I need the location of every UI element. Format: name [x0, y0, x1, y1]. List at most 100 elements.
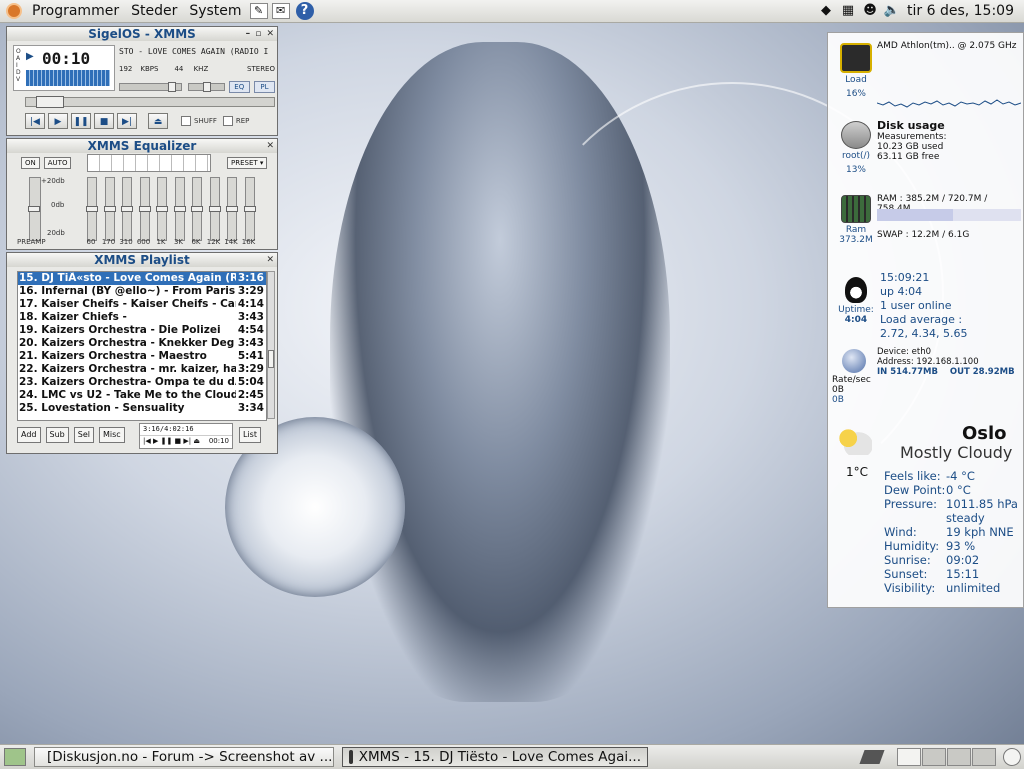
user-icon[interactable]: ☻	[861, 2, 879, 20]
playlist-close-icon[interactable]: ✕	[266, 253, 275, 267]
ubuntu-logo-icon[interactable]	[6, 3, 22, 19]
playlist-row[interactable]: 21. Kaizers Orchestra - Maestro 5:41	[18, 350, 266, 363]
eq-band-knob[interactable]	[86, 206, 98, 212]
volume-knob[interactable]	[168, 82, 176, 92]
playlist-scrollbar[interactable]	[267, 271, 275, 419]
repeat-checkbox[interactable]	[222, 116, 233, 126]
trash-icon[interactable]	[859, 750, 885, 764]
playlist-row[interactable]: 25. Lovestation - Sensuality 3:34	[18, 402, 266, 415]
eq-band-slider[interactable]	[86, 177, 98, 241]
add-button[interactable]: Add	[17, 427, 41, 443]
spectrum-visualizer[interactable]	[26, 70, 110, 86]
pause-button[interactable]: ❚❚	[71, 113, 91, 129]
playlist-row[interactable]: 17. Kaiser Cheifs - Kaiser Cheifs - Caro…	[18, 298, 266, 311]
weather-row: Pressure: 1011.85 hPa	[884, 497, 1018, 511]
playlist-titlebar[interactable]: XMMS Playlist ✕	[7, 253, 277, 267]
volume-slider[interactable]	[119, 82, 183, 92]
text-editor-launcher-icon[interactable]: ✎	[249, 3, 268, 19]
panel-clock[interactable]: tir 6 des, 15:09	[903, 3, 1024, 19]
sel-button[interactable]: Sel	[73, 427, 94, 443]
playlist-row[interactable]: 16. Infernal (BY @ello~) - From Paris To…	[18, 285, 266, 298]
shuffle-checkbox[interactable]	[181, 116, 191, 126]
workspace-2[interactable]	[922, 748, 946, 766]
eject-button[interactable]: ⏏	[148, 113, 168, 129]
playback-time[interactable]: 00:10	[42, 49, 90, 68]
eq-band-knob[interactable]	[138, 206, 151, 212]
balance-knob[interactable]	[203, 82, 212, 92]
eq-band-slider[interactable]	[138, 177, 151, 241]
pl-toggle-button[interactable]: PL	[253, 81, 275, 93]
playlist-mini-controls[interactable]: |◀ ▶ ❚❚ ■ ▶| ⏏ 00:10	[140, 436, 232, 447]
playlist-row[interactable]: 24. LMC vs U2 - Take Me to the Clouds A.…	[18, 389, 266, 402]
playlist-row[interactable]: 18. Kaizer Chiefs - 3:43	[18, 311, 266, 324]
play-button[interactable]: ▶	[48, 113, 68, 129]
shuffle-toggle[interactable]: SHUFF	[181, 116, 217, 126]
mini-transport-icons[interactable]: |◀ ▶ ❚❚ ■ ▶| ⏏	[143, 436, 200, 447]
eq-band-slider[interactable]	[121, 177, 133, 241]
eq-on-button[interactable]: ON	[21, 157, 40, 169]
eq-band-slider[interactable]	[208, 177, 221, 241]
eq-band-slider[interactable]	[191, 177, 203, 241]
eq-band-knob[interactable]	[103, 206, 116, 212]
menu-system[interactable]: System	[183, 0, 247, 22]
eq-auto-button[interactable]: AUTO	[43, 157, 72, 169]
equalizer-close-icon[interactable]: ✕	[266, 139, 275, 153]
volume-icon[interactable]: 🔈	[883, 2, 901, 20]
playlist-scroll-thumb[interactable]	[268, 350, 274, 368]
playlist-row[interactable]: 19. Kaizers Orchestra - Die Polizei 4:54	[18, 324, 266, 337]
eq-preset-button[interactable]: PRESET ▾	[227, 157, 268, 169]
eq-band-knob[interactable]	[243, 206, 256, 212]
help-icon[interactable]: ?	[295, 2, 314, 20]
eq-band-slider[interactable]	[173, 177, 186, 241]
eq-toggle-button[interactable]: EQ	[228, 81, 250, 93]
equalizer-titlebar[interactable]: XMMS Equalizer ✕	[7, 139, 277, 153]
mail-launcher-icon[interactable]: ✉	[271, 3, 290, 19]
eq-band-slider[interactable]	[243, 177, 256, 241]
seek-knob[interactable]	[36, 96, 64, 108]
playlist-title: XMMS Playlist	[94, 253, 190, 267]
network-manager-icon[interactable]: ▦	[839, 2, 857, 20]
playlist-row[interactable]: 22. Kaizers Orchestra - mr. kaizer, hans…	[18, 363, 266, 376]
xmms-main-titlebar[interactable]: SigelOS - XMMS – ▫ ✕	[7, 27, 277, 41]
playlist-row[interactable]: 20. Kaizers Orchestra - Knekker Deg Til …	[18, 337, 266, 350]
eq-band-knob[interactable]	[208, 206, 221, 212]
eq-band-slider[interactable]	[103, 177, 116, 241]
eq-band-knob[interactable]	[156, 206, 168, 212]
partly-cloudy-icon	[838, 427, 872, 455]
song-ticker: STO - LOVE COMES AGAIN (RADIO I	[119, 47, 269, 56]
eq-band-knob[interactable]	[173, 206, 186, 212]
preamp-slider[interactable]	[28, 177, 41, 241]
stop-button[interactable]: ■	[94, 113, 114, 129]
eq-band-knob[interactable]	[191, 206, 203, 212]
playlist-row[interactable]: 23. Kaizers Orchestra- Ompa te du dÃ¸r 5:…	[18, 376, 266, 389]
workspace-4[interactable]	[972, 748, 996, 766]
previous-button[interactable]: |◀	[25, 113, 45, 129]
playlist-buttons: Add Sub Sel Misc	[17, 427, 130, 443]
sub-button[interactable]: Sub	[45, 427, 69, 443]
repeat-toggle[interactable]: REP	[222, 116, 249, 126]
menu-applications[interactable]: Programmer	[26, 0, 125, 22]
misc-button[interactable]: Misc	[98, 427, 125, 443]
playlist-list[interactable]: 15. DJ TiÃ«sto - Love Comes Again (Radi.…	[17, 271, 267, 421]
eq-band-knob[interactable]	[121, 206, 133, 212]
task-browser[interactable]: [Diskusjon.no - Forum -> Screenshot av .…	[34, 747, 334, 767]
task-xmms[interactable]: XMMS - 15. DJ Tiësto - Love Comes Agai..…	[342, 747, 648, 767]
shutdown-icon[interactable]	[1003, 748, 1021, 766]
ram-usage-fill	[877, 209, 954, 221]
workspace-3[interactable]	[947, 748, 971, 766]
balance-slider[interactable]	[188, 82, 225, 92]
window-controls[interactable]: – ▫ ✕	[246, 27, 275, 41]
network-info: Device: eth0 Address: 192.168.1.100 IN 5…	[877, 347, 1015, 377]
show-desktop-button[interactable]	[4, 748, 26, 766]
playlist-row[interactable]: 15. DJ TiÃ«sto - Love Comes Again (Radi.…	[18, 272, 266, 285]
seek-bar[interactable]	[25, 96, 275, 108]
workspace-1[interactable]	[897, 748, 921, 766]
menu-places[interactable]: Steder	[125, 0, 183, 22]
eq-band-knob[interactable]	[226, 206, 238, 212]
eq-band-slider[interactable]	[156, 177, 168, 241]
update-notifier-icon[interactable]: ◆	[817, 2, 835, 20]
next-button[interactable]: ▶|	[117, 113, 137, 129]
list-button[interactable]: List	[239, 427, 261, 443]
eq-band-slider[interactable]	[226, 177, 238, 241]
preamp-knob[interactable]	[28, 206, 40, 212]
